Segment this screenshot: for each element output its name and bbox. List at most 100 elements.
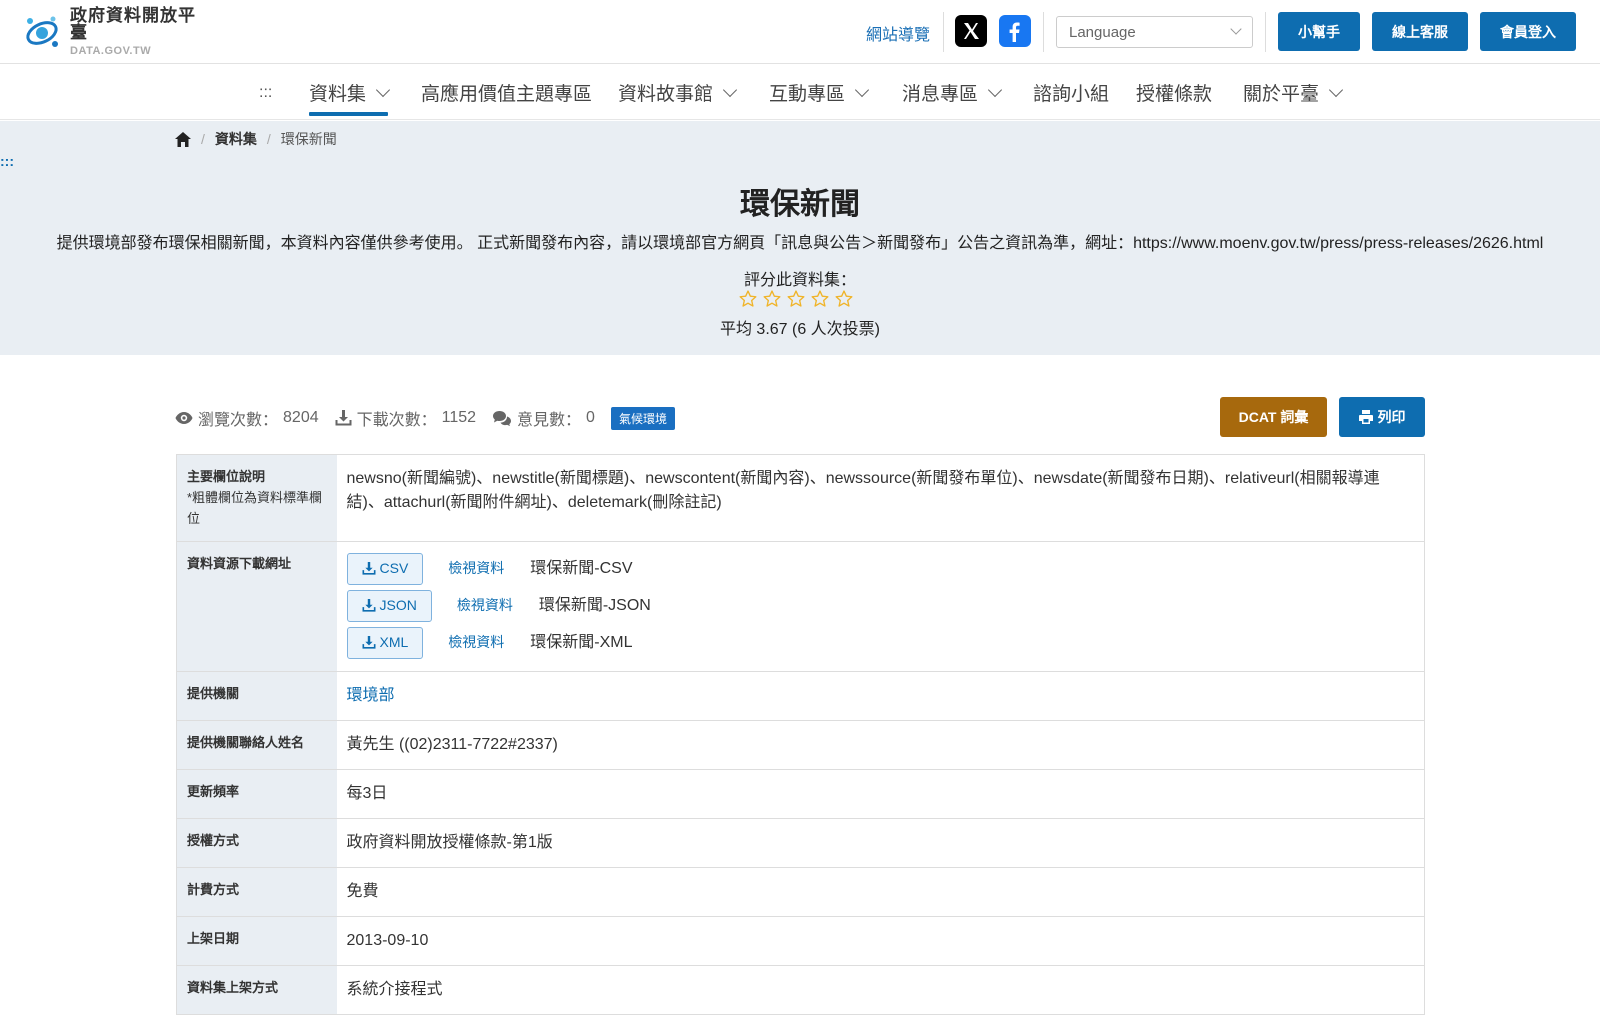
- nav-item-license[interactable]: 授權條款: [1136, 65, 1212, 120]
- chevron-down-icon: [987, 82, 1003, 97]
- table-row: 提供機關聯絡人姓名 黃先生 ((02)2311-7722#2337): [176, 720, 1425, 771]
- download-csv-button[interactable]: CSV: [346, 552, 424, 585]
- breadcrumb-datasets[interactable]: 資料集: [215, 129, 257, 149]
- nav-item-interaction[interactable]: 互動專區: [769, 65, 870, 120]
- nav-item-label: 關於平臺: [1243, 84, 1320, 105]
- helper-button[interactable]: 小幫手: [1278, 12, 1360, 51]
- resources-cell: CSV 檢視資料 環保新聞-CSV JSON 檢視資料 環保新聞-JSON XM…: [336, 541, 1425, 673]
- table-row: 上架日期 2013-09-10: [176, 916, 1425, 967]
- star-icon[interactable]: [738, 289, 758, 309]
- x-share-button[interactable]: [955, 15, 987, 47]
- resource-row: JSON 檢視資料 環保新聞-JSON: [346, 589, 1415, 622]
- nav-item-label: 高應用價值主題專區: [421, 84, 593, 105]
- resource-row: CSV 檢視資料 環保新聞-CSV: [346, 552, 1415, 585]
- download-icon: [362, 599, 375, 612]
- download-count-value: 1152: [441, 409, 477, 426]
- fields-note: *粗體欄位為資料標準欄位: [187, 489, 323, 526]
- nav-item-news[interactable]: 消息專區: [902, 65, 1003, 120]
- main-nav: ::: 資料集 高應用價值主題專區 資料故事館 互動專區 消息專區 諮詢小組 授…: [0, 65, 1600, 120]
- star-icon[interactable]: [786, 289, 806, 309]
- dataset-hero: / 資料集 / 環保新聞 ::: 環保新聞 提供環境部發布環保相關新聞，本資料內…: [0, 121, 1600, 355]
- star-icon[interactable]: [810, 289, 830, 309]
- publish-date-label: 上架日期: [176, 916, 337, 967]
- chevron-down-icon: [722, 82, 738, 97]
- fields-label: 主要欄位說明: [187, 469, 266, 484]
- dataset-info-table: 主要欄位說明 *粗體欄位為資料標準欄位 newsno(新聞編號)、newstit…: [176, 454, 1425, 1015]
- breadcrumb: / 資料集 / 環保新聞: [175, 129, 337, 149]
- page-title: 環保新聞: [740, 188, 860, 221]
- chevron-down-icon: [1230, 23, 1242, 35]
- member-login-button[interactable]: 會員登入: [1480, 12, 1576, 51]
- nav-accesskey[interactable]: :::: [259, 65, 272, 120]
- breadcrumb-separator: /: [266, 131, 271, 147]
- view-count: 瀏覽次數： 8204: [175, 406, 319, 430]
- nav-item-label: 互動專區: [769, 84, 846, 105]
- x-icon: [964, 23, 979, 39]
- view-data-link[interactable]: 檢視資料: [448, 558, 504, 579]
- chevron-down-icon: [375, 82, 391, 97]
- org-link[interactable]: 環境部: [347, 687, 395, 704]
- view-data-link[interactable]: 檢視資料: [457, 595, 513, 616]
- download-format-label: JSON: [379, 597, 417, 614]
- category-tag[interactable]: 氣候環境: [610, 406, 675, 430]
- org-label: 提供機關: [176, 671, 337, 722]
- fields-value: newsno(新聞編號)、newstitle(新聞標題)、newscontent…: [336, 454, 1425, 543]
- nav-item-data-stories[interactable]: 資料故事館: [618, 65, 738, 120]
- breadcrumb-separator: /: [201, 131, 205, 147]
- comments-icon: [493, 411, 512, 426]
- star-icon[interactable]: [834, 289, 854, 309]
- chevron-down-icon: [854, 82, 870, 97]
- nav-item-datasets[interactable]: 資料集: [309, 65, 391, 120]
- table-row: 主要欄位說明 *粗體欄位為資料標準欄位 newsno(新聞編號)、newstit…: [176, 454, 1425, 543]
- dcat-vocabulary-button[interactable]: DCAT 詞彙: [1220, 397, 1327, 437]
- nav-item-label: 資料故事館: [618, 84, 714, 105]
- nav-item-high-value[interactable]: 高應用價值主題專區: [421, 65, 592, 120]
- resource-row: XML 檢視資料 環保新聞-XML: [346, 626, 1415, 659]
- download-icon: [335, 410, 352, 426]
- view-count-label: 瀏覽次數：: [198, 412, 279, 429]
- publish-method-label: 資料集上架方式: [176, 965, 337, 1015]
- facebook-share-button[interactable]: [999, 15, 1031, 47]
- logo-subtitle: DATA.GOV.TW: [70, 45, 152, 57]
- nav-item-label: 諮詢小組: [1033, 84, 1110, 105]
- comment-count-label: 意見數：: [517, 412, 582, 429]
- publish-method-value: 系統介接程式: [336, 965, 1425, 1015]
- contact-value: 黃先生 ((02)2311-7722#2337): [336, 720, 1425, 771]
- content-accesskey[interactable]: :::: [0, 153, 14, 169]
- frequency-value: 每3日: [336, 769, 1425, 820]
- download-count: 下載次數： 1152: [335, 406, 476, 430]
- print-icon: [1358, 410, 1373, 424]
- site-logo[interactable]: 政府資料開放平臺 DATA.GOV.TW: [22, 7, 212, 57]
- frequency-label: 更新頻率: [176, 769, 337, 820]
- download-count-label: 下載次數：: [356, 412, 437, 429]
- language-select[interactable]: Language: [1056, 16, 1253, 48]
- dataset-description: 提供環境部發布環保相關新聞，本資料內容僅供參考使用。 正式新聞發布內容，請以環境…: [56, 235, 1544, 252]
- rating-stars[interactable]: [738, 289, 854, 309]
- sitemap-link[interactable]: 網站導覽: [866, 21, 930, 45]
- publish-date-value: 2013-09-10: [336, 916, 1425, 967]
- dataset-stats: 瀏覽次數： 8204 下載次數： 1152 意見數： 0 氣候環境: [175, 403, 675, 433]
- rating-average: 平均 3.67 (6 人次投票): [719, 321, 881, 338]
- resource-name: 環保新聞-XML: [530, 633, 633, 651]
- table-row: 資料集上架方式 系統介接程式: [176, 965, 1425, 1015]
- eye-icon: [175, 412, 193, 424]
- license-label: 授權方式: [176, 818, 337, 869]
- nav-item-label: 授權條款: [1136, 84, 1213, 105]
- print-button[interactable]: 列印: [1339, 397, 1425, 437]
- header-divider: [1043, 12, 1044, 52]
- home-icon[interactable]: [175, 131, 191, 147]
- nav-item-advisory[interactable]: 諮詢小組: [1033, 65, 1109, 120]
- download-xml-button[interactable]: XML: [346, 626, 424, 659]
- download-icon: [362, 636, 375, 649]
- header-divider: [943, 12, 944, 52]
- fee-label: 計費方式: [176, 867, 337, 918]
- download-json-button[interactable]: JSON: [346, 589, 432, 622]
- resources-label: 資料資源下載網址: [176, 541, 337, 673]
- language-select-value: Language: [1069, 23, 1136, 41]
- online-support-button[interactable]: 線上客服: [1372, 12, 1468, 51]
- view-data-link[interactable]: 檢視資料: [448, 632, 504, 653]
- license-value: 政府資料開放授權條款-第1版: [336, 818, 1425, 869]
- fee-value: 免費: [336, 867, 1425, 918]
- star-icon[interactable]: [762, 289, 782, 309]
- nav-item-about[interactable]: 關於平臺: [1243, 65, 1344, 120]
